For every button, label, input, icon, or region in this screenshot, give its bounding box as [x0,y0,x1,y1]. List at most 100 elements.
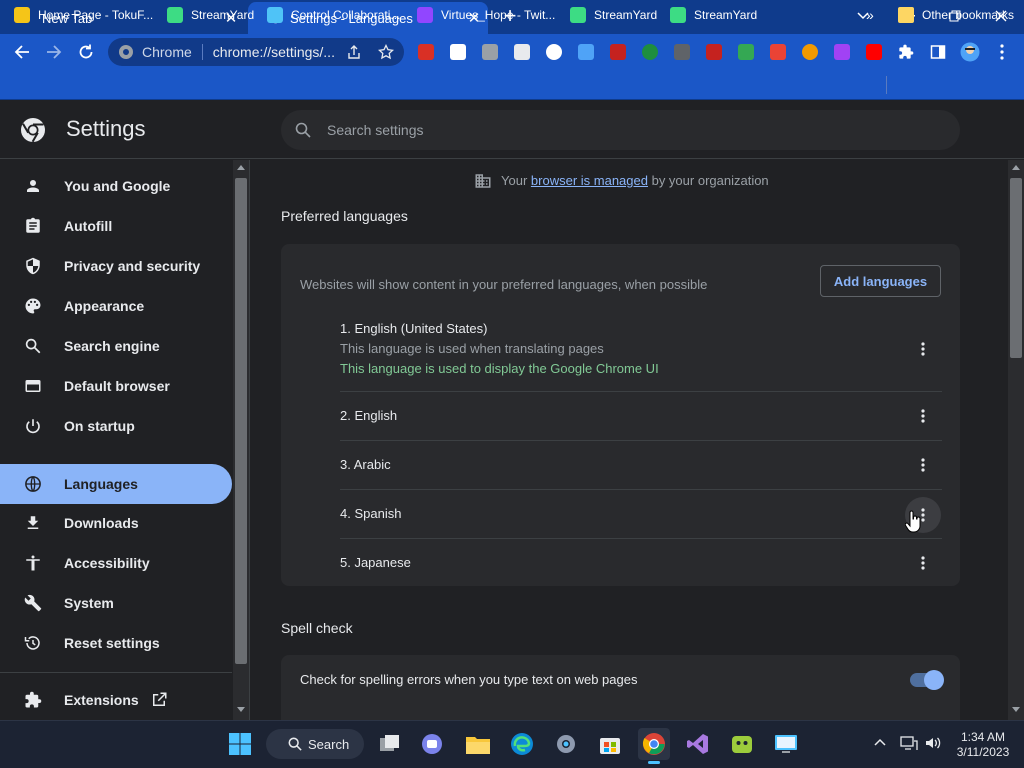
bookmark-item[interactable]: StreamYard [570,6,657,24]
tab-search-chevron-icon[interactable] [840,0,886,32]
sidebar-item-on-startup[interactable]: On startup [0,406,232,446]
chrome-logo-icon [118,44,134,60]
language-name: 5. Japanese [340,555,411,570]
chrome-taskbar-icon[interactable] [638,728,670,760]
network-icon[interactable] [900,735,918,751]
search-icon [295,122,311,138]
sidebar-item-label: You and Google [64,178,171,194]
sidebar-item-system[interactable]: System [0,583,232,623]
hand-cursor-icon [905,509,923,533]
chevron-up-icon[interactable] [874,738,886,746]
sidebar-item-reset-settings[interactable]: Reset settings [0,623,232,663]
bookmark-item[interactable]: Home Page - TokuF... [14,6,153,24]
language-note: This language is used when translating p… [340,341,604,356]
sidebar-item-you-and-google[interactable]: You and Google [0,166,232,206]
toggle-knob [924,670,944,690]
scroll-up-arrow-icon[interactable] [1012,164,1020,170]
extension-icon[interactable] [674,44,690,60]
more-actions-icon[interactable] [909,549,937,577]
sidebar-item-label: On startup [64,418,135,434]
search-input[interactable]: Search settings [281,110,960,150]
sidebar-item-search-engine[interactable]: Search engine [0,326,232,366]
settings-app-icon[interactable] [550,728,582,760]
divider [0,672,232,673]
more-actions-icon[interactable] [909,451,937,479]
edge-browser-icon[interactable] [506,728,538,760]
volume-icon[interactable] [924,735,942,751]
scroll-down-arrow-icon[interactable] [237,707,245,713]
browser-managed-link[interactable]: browser is managed [531,173,648,188]
bookmark-item[interactable]: Virtues_Hope - Twit... [417,6,555,24]
folder-icon [898,7,914,23]
bookmark-label: Home Page - TokuF... [38,8,154,22]
sidebar-item-label: Search engine [64,338,160,354]
sidebar-item-default-browser[interactable]: Default browser [0,366,232,406]
extension-icon[interactable] [706,44,722,60]
extension-icon[interactable] [834,44,850,60]
share-icon[interactable] [340,38,368,66]
avatar[interactable] [956,38,984,66]
game-app-icon[interactable] [726,728,758,760]
bookmark-item[interactable]: Control Collaborati... [267,6,400,24]
bookmarks-overflow-button[interactable]: » [866,6,874,24]
back-arrow-icon[interactable] [8,38,36,66]
add-languages-button[interactable]: Add languages [820,265,941,297]
sidebar-item-languages[interactable]: Languages [0,464,232,504]
extension-icon[interactable] [802,44,818,60]
forward-arrow-icon[interactable] [40,38,68,66]
sidebar-item-autofill[interactable]: Autofill [0,206,232,246]
extension-icon[interactable] [450,44,466,60]
sidebar-item-extensions[interactable]: Extensions [0,680,232,720]
extension-icon[interactable] [514,44,530,60]
bookmark-item[interactable]: StreamYard [670,6,757,24]
divider [886,76,887,94]
language-ui-note: This language is used to display the Goo… [340,361,659,376]
extension-icon[interactable] [770,44,786,60]
languages-description: Websites will show content in your prefe… [300,277,708,292]
language-name: 3. Arabic [340,457,391,472]
sidebar-item-label: Default browser [64,378,170,394]
extension-icon[interactable] [610,44,626,60]
microsoft-store-icon[interactable] [594,728,626,760]
windows-start-icon[interactable] [224,728,256,760]
extension-icon[interactable] [738,44,754,60]
language-name: 4. Spanish [340,506,402,521]
extension-icon[interactable] [642,44,658,60]
bookmark-item[interactable]: StreamYard [167,6,254,24]
shield-icon [24,257,42,275]
more-actions-icon[interactable] [909,402,937,430]
wrench-icon [24,594,42,612]
more-actions-icon[interactable] [909,335,937,363]
scroll-up-arrow-icon[interactable] [237,164,245,170]
bookmark-star-icon[interactable] [372,38,400,66]
extension-icon[interactable] [482,44,498,60]
sidebar-item-downloads[interactable]: Downloads [0,503,232,543]
sidebar-scrollbar-thumb[interactable] [235,178,247,664]
globe-icon [24,475,42,493]
scroll-down-arrow-icon[interactable] [1012,707,1020,713]
system-clock[interactable]: 1:34 AM 3/11/2023 [950,730,1016,760]
reload-icon[interactable] [72,38,100,66]
other-bookmarks[interactable]: Other bookmarks [898,6,1014,24]
teams-chat-icon[interactable] [416,728,448,760]
extension-icon[interactable] [418,44,434,60]
extension-icon[interactable] [546,44,562,60]
taskbar-search-button[interactable]: Search [266,729,364,759]
sidebar-item-appearance[interactable]: Appearance [0,286,232,326]
more-menu-icon[interactable] [988,38,1016,66]
file-explorer-icon[interactable] [462,728,494,760]
side-panel-icon[interactable] [924,38,952,66]
puzzle-icon[interactable] [892,38,920,66]
spell-check-toggle[interactable] [910,670,944,690]
task-view-icon[interactable] [374,728,406,760]
youtube-extension-icon[interactable] [866,44,882,60]
extension-icon[interactable] [578,44,594,60]
main-scrollbar-thumb[interactable] [1010,178,1022,358]
visual-studio-icon[interactable] [682,728,714,760]
remote-desktop-icon[interactable] [770,728,802,760]
spell-check-label: Check for spelling errors when you type … [300,672,638,687]
language-row-english-us: 1. English (United States) This language… [340,312,942,392]
sidebar-item-accessibility[interactable]: Accessibility [0,543,232,583]
power-icon [24,417,42,435]
sidebar-item-privacy-and-security[interactable]: Privacy and security [0,246,232,286]
